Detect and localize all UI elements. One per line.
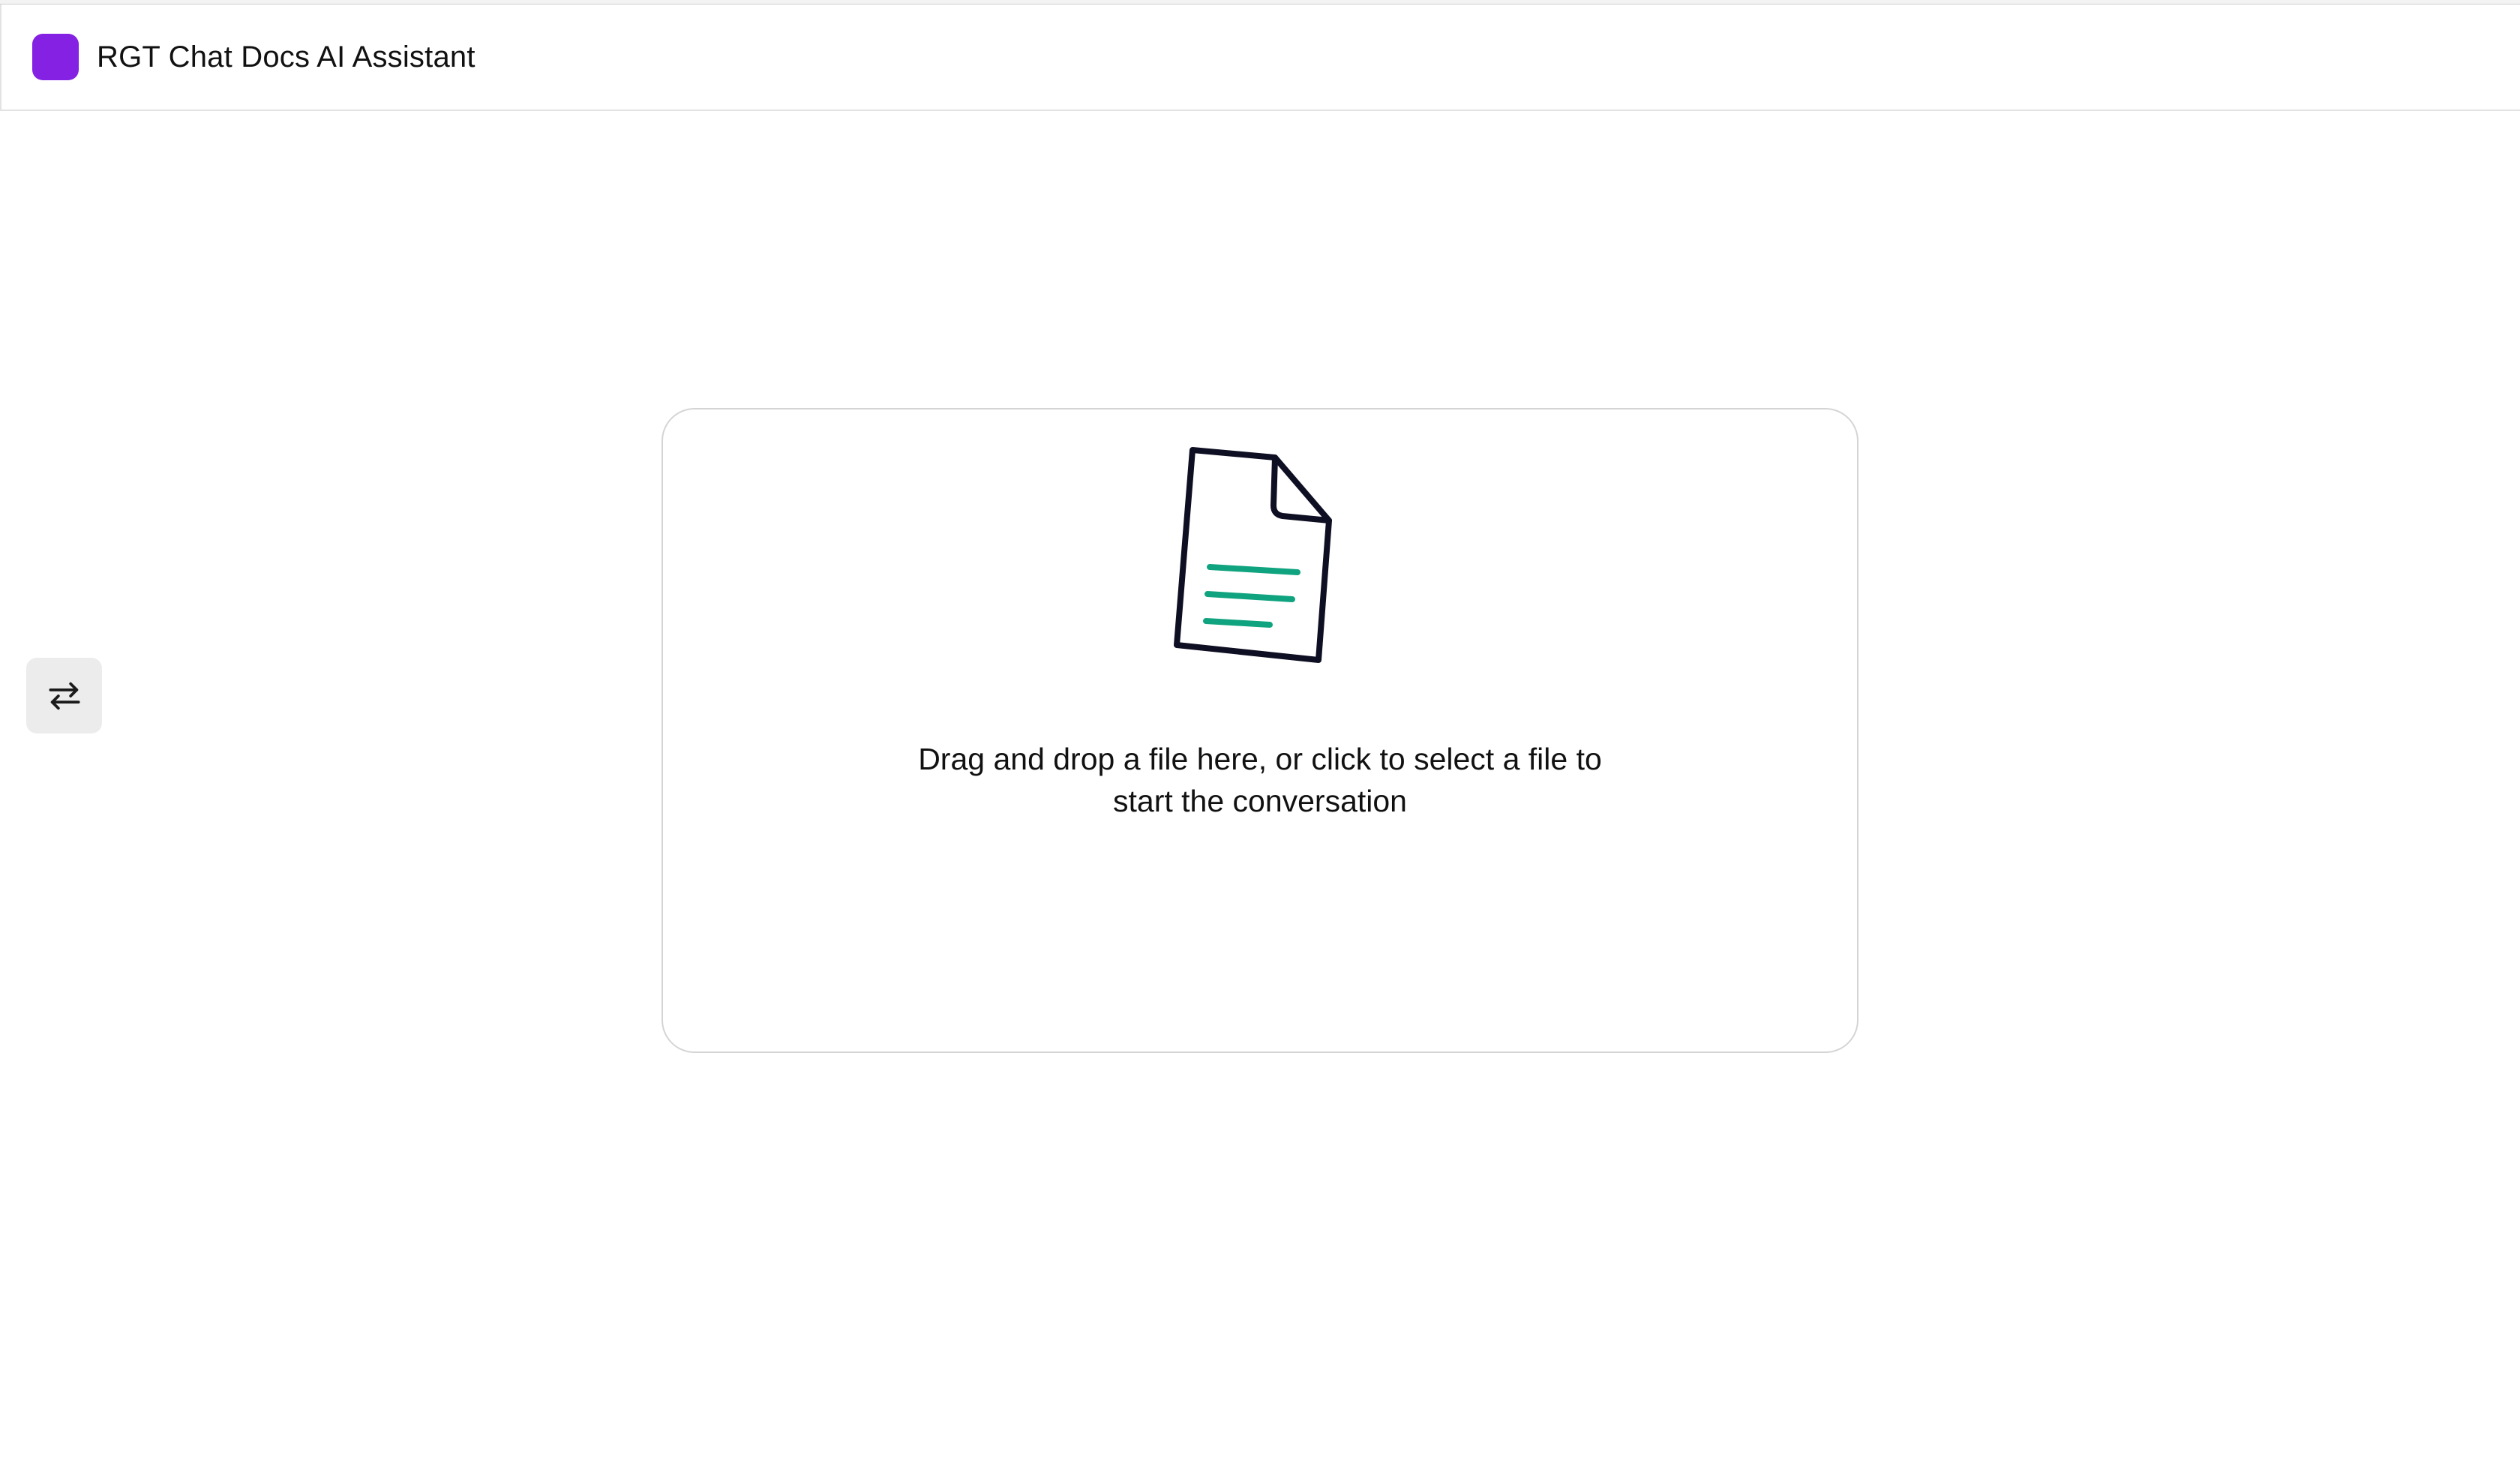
- app-title: RGT Chat Docs AI Assistant: [97, 40, 476, 74]
- app-header: RGT Chat Docs AI Assistant: [0, 4, 2520, 111]
- sidebar-toggle-button[interactable]: [26, 658, 102, 734]
- swap-arrows-icon: [48, 682, 80, 710]
- dropzone-text-line2: start the conversation: [1113, 784, 1407, 818]
- document-icon: [1174, 447, 1332, 663]
- dropzone-instructions: Drag and drop a file here, or click to s…: [663, 738, 1857, 822]
- app-logo: [32, 34, 79, 80]
- dropzone-text-line1: Drag and drop a file here, or click to s…: [918, 742, 1602, 776]
- file-dropzone[interactable]: Drag and drop a file here, or click to s…: [662, 408, 1858, 1053]
